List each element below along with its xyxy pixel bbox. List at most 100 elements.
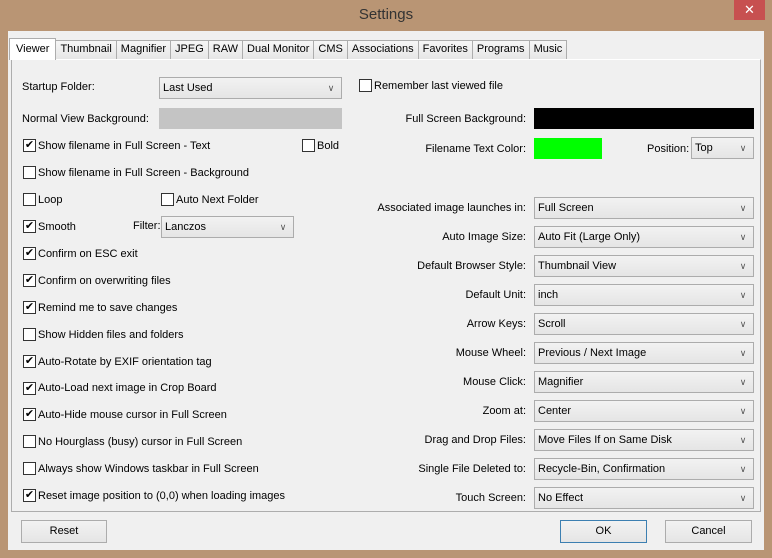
mouse-wheel-value: Previous / Next Image (538, 347, 647, 359)
filter-label: Filter: (133, 220, 161, 232)
loop-label: Loop (38, 194, 63, 206)
touch-screen-select[interactable]: No Effect ∨ (534, 487, 754, 509)
reset-button[interactable]: Reset (21, 520, 107, 543)
auto-image-size-value: Auto Fit (Large Only) (538, 231, 641, 243)
auto-hide-checkbox[interactable] (23, 408, 36, 421)
title-bar: Settings ✕ (0, 0, 772, 30)
filter-select[interactable]: Lanczos ∨ (161, 216, 294, 238)
position-label: Position: (647, 143, 690, 155)
show-filename-text-label: Show filename in Full Screen - Text (38, 140, 211, 152)
chevron-down-icon: ∨ (279, 222, 287, 232)
zoom-at-value: Center (538, 405, 572, 417)
always-taskbar-checkbox[interactable] (23, 462, 36, 475)
confirm-esc-checkbox[interactable] (23, 247, 36, 260)
confirm-esc-label: Confirm on ESC exit (38, 248, 138, 260)
tab-viewer[interactable]: Viewer (9, 38, 57, 60)
startup-folder-label: Startup Folder: (22, 81, 95, 93)
no-hourglass-label: No Hourglass (busy) cursor in Full Scree… (38, 436, 243, 448)
auto-load-checkbox[interactable] (23, 382, 36, 395)
default-browser-style-label: Default Browser Style: (417, 260, 526, 272)
chevron-down-icon: ∨ (739, 435, 747, 445)
auto-next-folder-checkbox[interactable] (161, 193, 174, 206)
normal-view-bg-swatch[interactable] (159, 108, 342, 129)
tab-jpeg[interactable]: JPEG (170, 40, 209, 59)
bold-checkbox[interactable] (302, 139, 315, 152)
associated-launch-label: Associated image launches in: (377, 202, 526, 214)
associated-launch-value: Full Screen (538, 202, 594, 214)
chevron-down-icon: ∨ (739, 406, 747, 416)
default-unit-value: inch (538, 289, 559, 301)
tab-associations[interactable]: Associations (346, 40, 419, 59)
drag-drop-files-select[interactable]: Move Files If on Same Disk ∨ (534, 429, 754, 451)
single-file-deleted-value: Recycle-Bin, Confirmation (538, 463, 666, 475)
single-file-deleted-label: Single File Deleted to: (418, 463, 526, 475)
position-select[interactable]: Top ∨ (691, 137, 754, 159)
tab-cms[interactable]: CMS (313, 40, 348, 59)
confirm-overwrite-checkbox[interactable] (23, 274, 36, 287)
dialog-client: Viewer Thumbnail Magnifier JPEG RAW Dual… (8, 31, 764, 550)
arrow-keys-value: Scroll (538, 318, 566, 330)
chevron-down-icon: ∨ (739, 464, 747, 474)
full-screen-bg-label: Full Screen Background: (405, 113, 526, 125)
chevron-down-icon: ∨ (739, 143, 747, 153)
tab-raw[interactable]: RAW (207, 40, 244, 59)
chevron-down-icon: ∨ (739, 232, 747, 242)
chevron-down-icon: ∨ (739, 348, 747, 358)
auto-hide-label: Auto-Hide mouse cursor in Full Screen (38, 409, 227, 421)
chevron-down-icon: ∨ (739, 261, 747, 271)
cancel-button[interactable]: Cancel (665, 520, 752, 543)
auto-rotate-checkbox[interactable] (23, 355, 36, 368)
remember-last-checkbox[interactable] (359, 79, 372, 92)
single-file-deleted-select[interactable]: Recycle-Bin, Confirmation ∨ (534, 458, 754, 480)
default-unit-label: Default Unit: (465, 289, 526, 301)
normal-view-bg-label: Normal View Background: (22, 113, 149, 125)
close-button[interactable]: ✕ (734, 0, 765, 20)
default-unit-select[interactable]: inch ∨ (534, 284, 754, 306)
auto-load-label: Auto-Load next image in Crop Board (38, 382, 217, 394)
mouse-click-select[interactable]: Magnifier ∨ (534, 371, 754, 393)
mouse-click-value: Magnifier (538, 376, 584, 388)
arrow-keys-label: Arrow Keys: (466, 318, 526, 330)
position-value: Top (695, 142, 713, 154)
filename-text-color-swatch[interactable] (534, 138, 602, 159)
drag-drop-files-label: Drag and Drop Files: (424, 434, 527, 446)
tab-strip: Viewer Thumbnail Magnifier JPEG RAW Dual… (9, 38, 568, 60)
show-filename-text-checkbox[interactable] (23, 139, 36, 152)
chevron-down-icon: ∨ (327, 83, 335, 93)
default-browser-style-select[interactable]: Thumbnail View ∨ (534, 255, 754, 277)
auto-next-folder-label: Auto Next Folder (176, 194, 259, 206)
zoom-at-select[interactable]: Center ∨ (534, 400, 754, 422)
startup-folder-select[interactable]: Last Used ∨ (159, 77, 342, 99)
associated-launch-select[interactable]: Full Screen ∨ (534, 197, 754, 219)
auto-image-size-select[interactable]: Auto Fit (Large Only) ∨ (534, 226, 754, 248)
touch-screen-label: Touch Screen: (455, 492, 526, 504)
show-filename-bg-checkbox[interactable] (23, 166, 36, 179)
window-title: Settings (358, 6, 414, 23)
chevron-down-icon: ∨ (739, 290, 747, 300)
always-taskbar-label: Always show Windows taskbar in Full Scre… (38, 463, 259, 475)
no-hourglass-checkbox[interactable] (23, 435, 36, 448)
bold-label: Bold (317, 140, 340, 152)
mouse-click-label: Mouse Click: (463, 376, 526, 388)
filter-value: Lanczos (165, 221, 206, 233)
mouse-wheel-select[interactable]: Previous / Next Image ∨ (534, 342, 754, 364)
auto-image-size-label: Auto Image Size: (442, 231, 526, 243)
smooth-checkbox[interactable] (23, 220, 36, 233)
show-hidden-checkbox[interactable] (23, 328, 36, 341)
tab-favorites[interactable]: Favorites (417, 40, 473, 59)
drag-drop-files-value: Move Files If on Same Disk (538, 434, 672, 446)
tab-music[interactable]: Music (528, 40, 568, 59)
tab-programs[interactable]: Programs (471, 40, 530, 59)
ok-button[interactable]: OK (560, 520, 647, 543)
tab-dual-monitor[interactable]: Dual Monitor (242, 40, 315, 59)
tab-magnifier[interactable]: Magnifier (115, 40, 172, 59)
loop-checkbox[interactable] (23, 193, 36, 206)
remind-save-label: Remind me to save changes (38, 302, 178, 314)
touch-screen-value: No Effect (538, 492, 584, 504)
reset-position-checkbox[interactable] (23, 489, 36, 502)
full-screen-bg-swatch[interactable] (534, 108, 754, 129)
arrow-keys-select[interactable]: Scroll ∨ (534, 313, 754, 335)
tab-thumbnail[interactable]: Thumbnail (55, 40, 117, 59)
remind-save-checkbox[interactable] (23, 301, 36, 314)
default-browser-style-value: Thumbnail View (538, 260, 617, 272)
